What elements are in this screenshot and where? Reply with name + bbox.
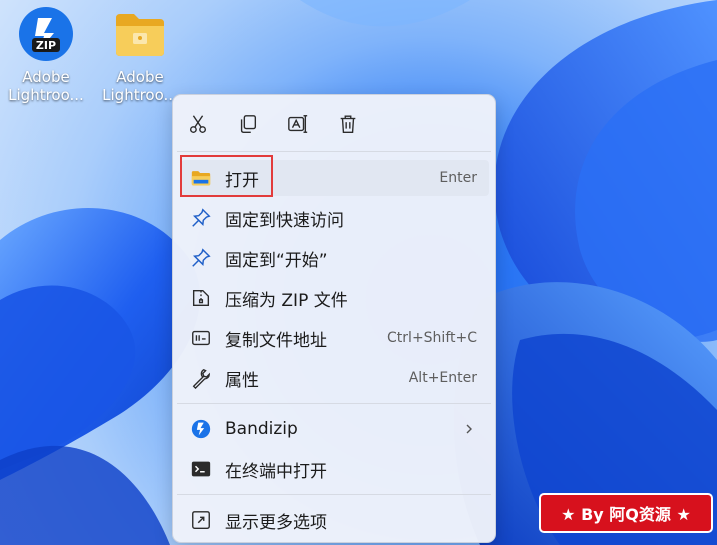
menu-item-label: 打开 [225,170,259,191]
menu-separator [177,403,491,404]
menu-item-label: 压缩为 ZIP 文件 [225,290,348,311]
cut-icon [189,115,207,133]
folder-icon [116,14,164,56]
folder-icon [189,166,213,190]
menu-item-show-more-options[interactable]: 显示更多选项 [181,502,489,538]
menu-separator [177,151,491,152]
context-menu: 打开 Enter 固定到快速访问 固定到“开始” 压缩为 ZIP 文件 复制文件… [172,94,496,543]
menu-item-label: 显示更多选项 [225,512,327,533]
rename-button[interactable] [281,107,315,141]
menu-item-label: 属性 [225,370,259,391]
svg-text:ZIP: ZIP [36,39,56,52]
menu-item-open-terminal[interactable]: 在终端中打开 [181,451,489,487]
bandizip-icon [189,417,213,441]
desktop-icon-label-line1: Adobe [116,68,164,86]
zip-file-icon [189,286,213,310]
desktop-icon-label-line2: Lightroo... [8,86,84,104]
wrench-icon [189,366,213,390]
menu-item-label: 固定到“开始” [225,250,328,271]
chevron-right-icon [466,424,472,434]
pin-icon [189,206,213,230]
pin-icon [189,246,213,270]
delete-icon [340,115,356,133]
menu-item-pin-start[interactable]: 固定到“开始” [181,240,489,276]
rename-icon [288,115,308,133]
terminal-icon [189,457,213,481]
copy-path-icon [189,326,213,350]
menu-item-open[interactable]: 打开 Enter [181,160,489,196]
watermark-badge: ★ By 阿Q资源 ★ [539,493,713,533]
desktop-icon-zip-archive[interactable]: ZIP Adobe Lightroo... [4,6,88,104]
menu-item-shortcut: Alt+Enter [408,370,477,386]
menu-item-bandizip[interactable]: Bandizip [181,411,489,447]
desktop-icon-folder[interactable]: Adobe Lightroo... [98,6,182,104]
menu-item-shortcut: Enter [439,170,477,186]
desktop: ZIP Adobe Lightroo... Adobe Lightroo... [0,0,717,545]
copy-icon [240,115,257,133]
menu-item-copy-path[interactable]: 复制文件地址 Ctrl+Shift+C [181,320,489,356]
menu-item-label: Bandizip [225,419,298,439]
menu-item-label: 在终端中打开 [225,461,327,482]
zip-archive-icon: ZIP [19,7,73,61]
context-menu-toolbar [181,107,365,141]
menu-item-label: 固定到快速访问 [225,210,344,231]
desktop-icon-label-line1: Adobe [22,68,70,86]
copy-button[interactable] [231,107,265,141]
watermark-text: ★ By 阿Q资源 ★ [561,505,691,524]
menu-item-properties[interactable]: 属性 Alt+Enter [181,360,489,396]
menu-item-pin-quick-access[interactable]: 固定到快速访问 [181,200,489,236]
menu-separator [177,494,491,495]
more-options-icon [189,508,213,532]
menu-item-label: 复制文件地址 [225,330,327,351]
delete-button[interactable] [331,107,365,141]
cut-button[interactable] [181,107,215,141]
menu-item-compress-zip[interactable]: 压缩为 ZIP 文件 [181,280,489,316]
menu-item-shortcut: Ctrl+Shift+C [387,330,477,346]
desktop-icon-label-line2: Lightroo... [102,86,178,104]
